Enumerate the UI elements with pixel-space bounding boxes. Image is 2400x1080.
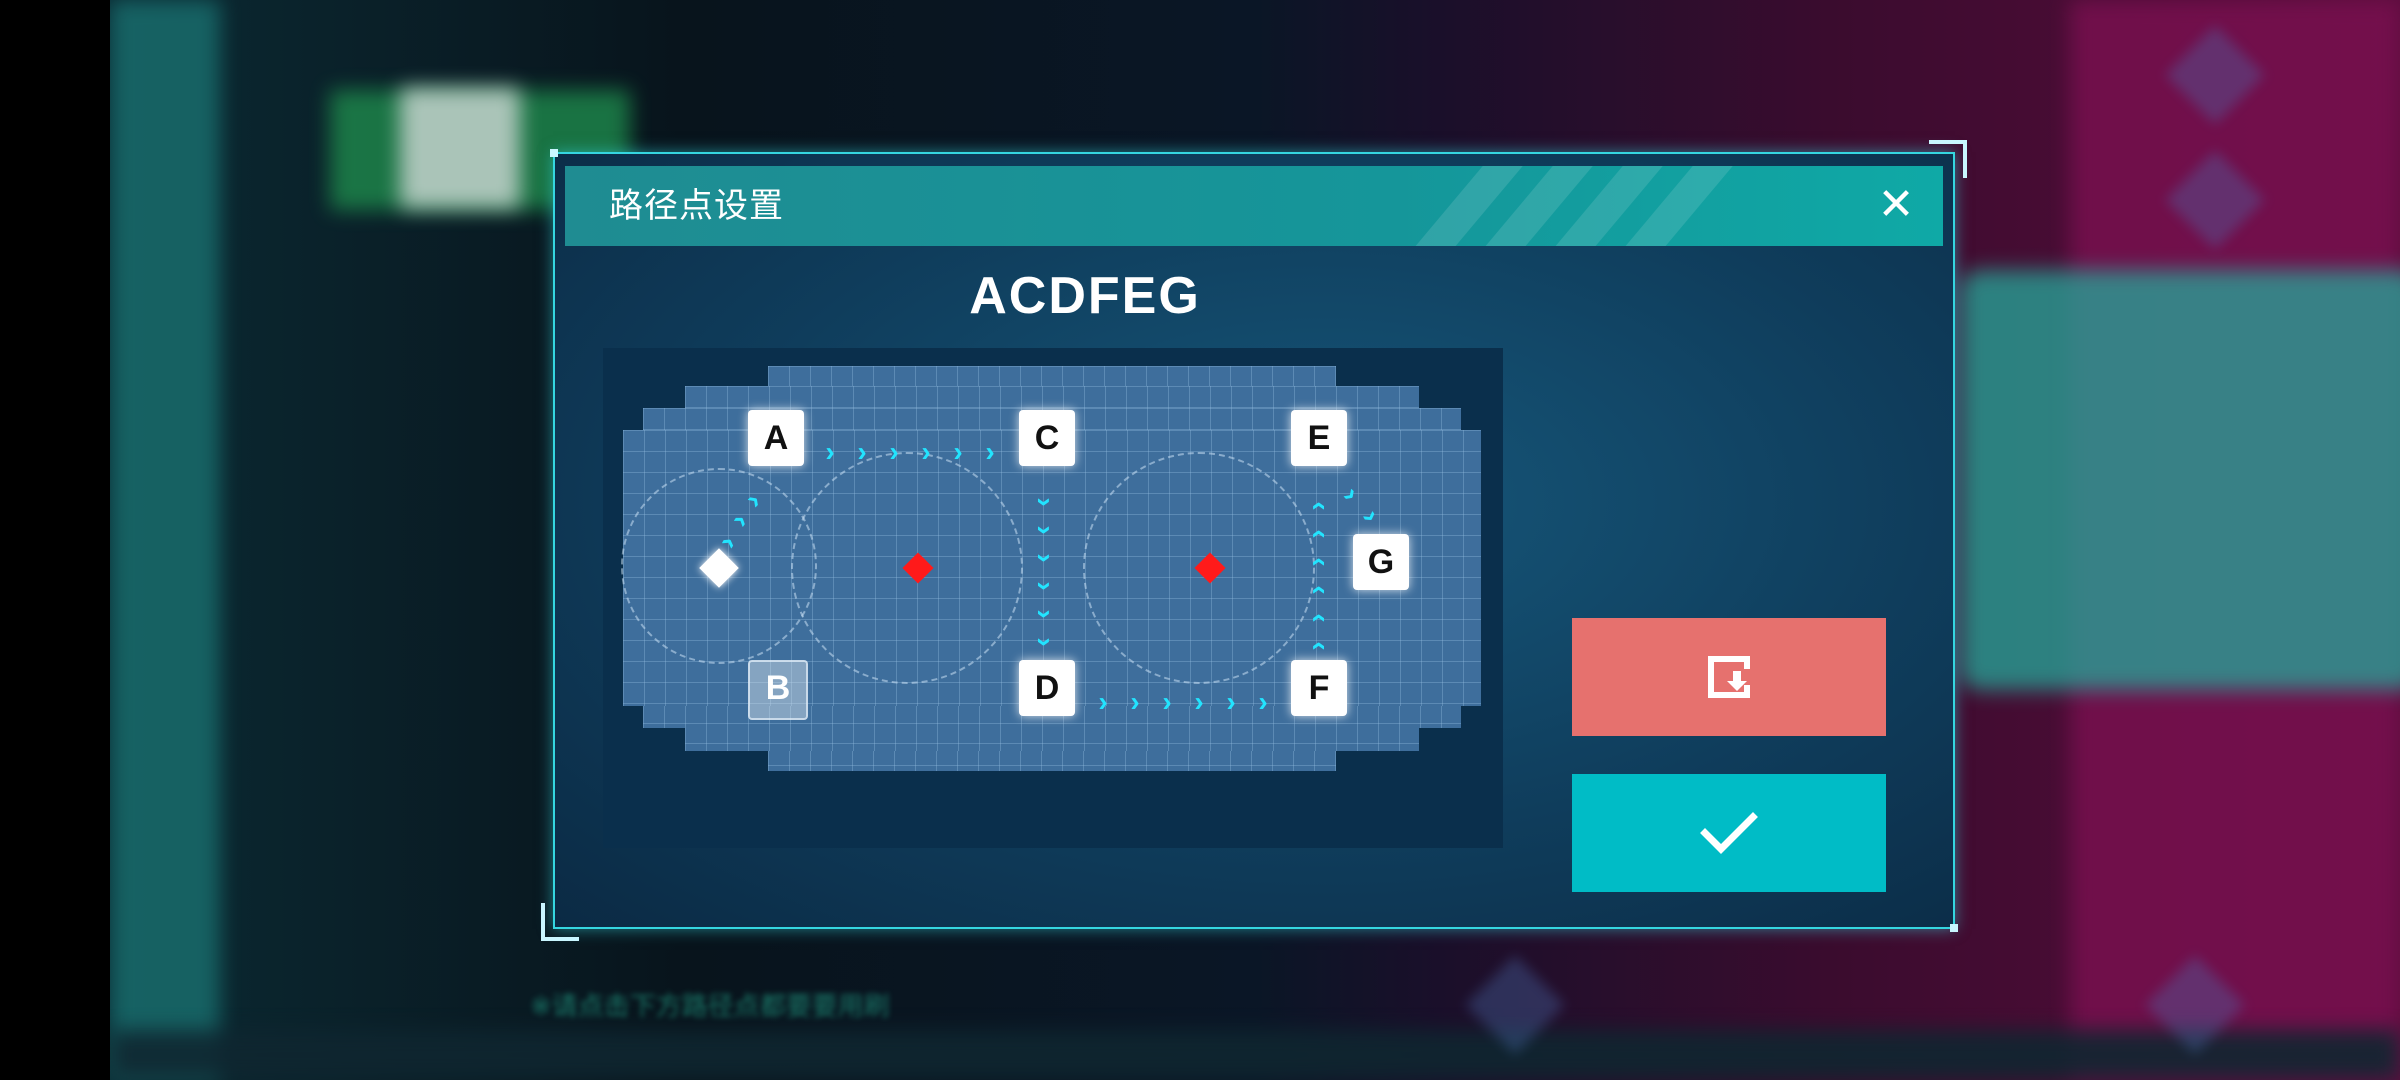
path-arrow-icon: › xyxy=(953,436,963,467)
waypoint-settings-dialog: 路径点设置 ✕ ACDFEG › › › › › › › › › › › › › xyxy=(541,140,1967,941)
path-arrow-icon: › xyxy=(825,436,835,467)
background-teal-strip xyxy=(110,0,220,1080)
path-arrow-icon: › xyxy=(1030,525,1061,535)
path-arrow-icon: › xyxy=(985,436,995,467)
path-arrow-icon: › xyxy=(1301,501,1332,511)
waypoint-d[interactable]: D xyxy=(1019,660,1075,716)
checkmark-icon xyxy=(1700,812,1758,854)
waypoint-g[interactable]: G xyxy=(1353,534,1409,590)
path-arrow-icon: › xyxy=(889,436,899,467)
waypoint-e[interactable]: E xyxy=(1291,410,1347,466)
route-sequence-label: ACDFEG xyxy=(969,267,1201,325)
path-arrow-icon: › xyxy=(921,436,931,467)
path-arrow-icon: › xyxy=(1030,637,1061,647)
path-arrow-icon: › xyxy=(1301,585,1332,595)
dialog-corner-dot xyxy=(1950,924,1958,932)
dialog-title-bar: 路径点设置 ✕ xyxy=(565,166,1943,246)
path-arrow-icon: › xyxy=(1301,557,1332,567)
waypoint-f[interactable]: F xyxy=(1291,660,1347,716)
dialog-title: 路径点设置 xyxy=(609,187,784,225)
dialog-corner-dot xyxy=(550,149,558,157)
background-bottom-bar xyxy=(110,1030,2400,1080)
path-arrow-icon: › xyxy=(1030,609,1061,619)
background-item-tile xyxy=(400,88,520,208)
path-arrow-icon: › xyxy=(1194,686,1204,717)
path-arrow-icon: › xyxy=(1301,641,1332,651)
background-hint-text: ※请点击下方路径点都要要用刷 xyxy=(530,991,890,1021)
path-arrow-icon: › xyxy=(1030,553,1061,563)
path-arrow-icon: › xyxy=(1301,529,1332,539)
reset-exit-icon xyxy=(1708,656,1750,698)
waypoint-b[interactable]: B xyxy=(748,660,808,720)
reset-button[interactable] xyxy=(1572,618,1886,736)
path-arrow-icon: › xyxy=(1162,686,1172,717)
close-icon[interactable]: ✕ xyxy=(1871,180,1921,230)
background-circuit-board xyxy=(1960,270,2400,690)
path-arrow-icon: › xyxy=(1301,613,1332,623)
waypoint-a[interactable]: A xyxy=(748,410,804,466)
waypoint-map: › › › › › › › › › › › › › › › › › › › › … xyxy=(603,348,1503,848)
path-arrow-icon: › xyxy=(1226,686,1236,717)
path-arrow-icon: › xyxy=(1030,581,1061,591)
path-arrow-icon: › xyxy=(1098,686,1108,717)
confirm-button[interactable] xyxy=(1572,774,1886,892)
dialog-corner-bracket xyxy=(541,903,579,941)
path-arrow-icon: › xyxy=(1258,686,1268,717)
path-arrow-icon: › xyxy=(1030,497,1061,507)
path-arrow-icon: › xyxy=(1130,686,1140,717)
path-arrow-icon: › xyxy=(857,436,867,467)
waypoint-c[interactable]: C xyxy=(1019,410,1075,466)
